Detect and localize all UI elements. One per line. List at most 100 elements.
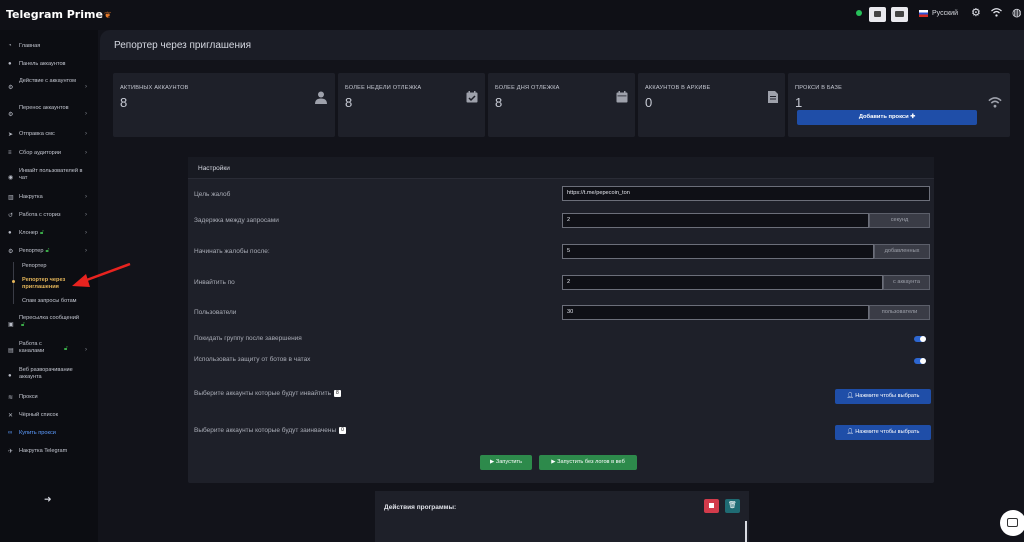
send-icon: ➤ (8, 132, 14, 138)
invite-per-input[interactable]: 2 (562, 275, 883, 290)
sidebar-item-label: Главная (19, 43, 41, 49)
sidebar-subitem-spam-bots[interactable]: Спам запросы ботам (22, 298, 77, 305)
sidebar-item-label: Чёрный список (19, 412, 59, 418)
stat-card-proxy: ПРОКСИ В БАЗЕ 1 Добавить прокси ✚ (788, 73, 1010, 137)
eye-icon: ◉ (8, 175, 14, 181)
wifi-icon: ≋ (8, 395, 14, 401)
chevron-down-icon: › (85, 248, 87, 254)
sidebar-item-label: Пересылка сообщений (19, 315, 79, 321)
start-after-unit: добавленных (874, 244, 930, 259)
log-scrollbar[interactable] (745, 521, 747, 542)
invitees-label: Выберите аккаунты которые будут заинваче… (194, 427, 346, 434)
gear-icon: ⚙ (8, 112, 14, 118)
stat-card-day: БОЛЕЕ ДНЯ ОТЛЕЖКА 8 (488, 73, 635, 137)
invite-per-unit: с аккаунта (883, 275, 930, 290)
start-after-input[interactable]: 5 (562, 244, 874, 259)
settings-panel: Настройки Цель жалоб https://t.me/pepeco… (188, 157, 934, 483)
calendar-check-icon (466, 91, 478, 106)
user-icon: ● (8, 373, 12, 379)
stat-title: БОЛЕЕ ДНЯ ОТЛЕЖКА (495, 85, 560, 91)
stat-title: БОЛЕЕ НЕДЕЛИ ОТЛЕЖКА (345, 85, 422, 91)
page-title: Репортер через приглашения (114, 40, 252, 51)
sidebar-item-label: Веб разворачивание аккаунта (19, 367, 73, 380)
chat-support-button[interactable] (1000, 510, 1024, 536)
page-header: Репортер через приглашения (100, 30, 1024, 60)
file-icon (768, 91, 778, 106)
delay-label: Задержка между запросами (194, 217, 279, 224)
collapse-sidebar-icon[interactable]: ➜ (44, 494, 52, 505)
wifi-icon[interactable] (991, 8, 1002, 20)
select-invitees-label: Нажмите чтобы выбрать (855, 429, 920, 435)
inviters-label-text: Выберите аккаунты которые будут инвайтит… (194, 390, 331, 398)
sidebar-item-label: Перенос аккаунтов (19, 105, 69, 111)
stop-icon (709, 503, 714, 508)
sidebar-subitem-reporter[interactable]: Репортер (22, 263, 46, 270)
select-inviters-button[interactable]: 👤︎ Нажмите чтобы выбрать (835, 389, 931, 404)
invitees-label-text: Выберите аккаунты которые будут заинваче… (194, 427, 337, 435)
select-invitees-button[interactable]: 👤︎ Нажмите чтобы выбрать (835, 425, 931, 440)
stat-value: 1 (795, 95, 803, 110)
app-logo[interactable]: Telegram Prime❦ (6, 8, 111, 21)
run-without-logs-button[interactable]: ▶ Запустить без логов в веб (539, 455, 637, 470)
chevron-right-icon: › (85, 347, 87, 353)
close-icon: ✕ (8, 413, 14, 419)
delay-unit: секунд (869, 213, 930, 228)
add-proxy-button[interactable]: Добавить прокси ✚ (797, 110, 977, 125)
active-bullet (12, 280, 15, 283)
run-without-logs-label: Запустить без логов в веб (557, 459, 625, 465)
language-selector[interactable]: Русский (919, 10, 958, 17)
globe-icon[interactable]: ◍ (1012, 8, 1022, 19)
sidebar-item-label: Сбор аудитории (19, 150, 62, 156)
user-icon: 👤︎ (846, 393, 856, 399)
channel-icon: ▤ (8, 348, 14, 354)
users-input[interactable]: 30 (562, 305, 869, 320)
sidebar-item-label: Действие с аккаунтом (19, 78, 77, 84)
language-label: Русский (932, 10, 958, 17)
stat-card-active: АКТИВНЫХ АККАУНТОВ 8 (113, 73, 335, 137)
lock-icon: 🔓︎ (45, 248, 50, 254)
chevron-right-icon: › (85, 111, 87, 117)
leaf-icon: ❦ (103, 11, 112, 21)
chevron-right-icon: › (85, 150, 87, 156)
sidebar-item-label: Панель аккаунтов (19, 61, 66, 67)
lock-icon: 🔓︎ (64, 346, 68, 352)
chart-icon: ▥ (8, 195, 14, 201)
trash-icon: 🗑︎ (728, 502, 737, 509)
gear-icon: ⚙ (8, 85, 14, 91)
stat-title: АККАУНТОВ В АРХИВЕ (645, 85, 711, 91)
window-button[interactable] (891, 7, 908, 22)
theme-toggle-button[interactable] (869, 7, 886, 22)
run-button[interactable]: ▶ Запустить (480, 455, 532, 470)
sidebar-item-label: Репортер (19, 248, 44, 254)
invite-per-label: Инвайтить по (194, 279, 235, 286)
sidebar-item-label: Купить прокси (19, 430, 56, 436)
forward-icon: ▣ (8, 322, 14, 328)
sidebar-subitem-reporter-invites[interactable]: Репортер через приглашения (22, 277, 84, 291)
bot-protection-toggle[interactable] (914, 358, 926, 364)
stat-title: ПРОКСИ В БАЗЕ (795, 85, 842, 91)
stat-value: 8 (120, 95, 128, 110)
stop-button[interactable] (704, 499, 719, 513)
delay-input[interactable]: 2 (562, 213, 869, 228)
invitees-count: 0 (339, 427, 346, 434)
sidebar-item-label: Работа с сториз (19, 212, 61, 218)
speedometer-icon: ◔ (8, 43, 12, 49)
start-after-label: Начинать жалобы после: (194, 248, 270, 255)
sidebar-item-label: Накрутка Telegram (19, 448, 68, 454)
gear-icon: ⚙ (8, 249, 14, 255)
online-status-dot (856, 10, 862, 16)
target-input[interactable]: https://t.me/pepecoin_ton (562, 186, 930, 201)
chevron-right-icon: › (85, 84, 87, 90)
leave-group-label: Покидать группу после завершения (194, 335, 302, 342)
sidebar-item-label: Работа с каналами (19, 341, 45, 354)
select-inviters-label: Нажмите чтобы выбрать (855, 393, 920, 399)
chevron-right-icon: › (85, 212, 87, 218)
gear-icon[interactable]: ⚙ (971, 8, 981, 19)
sidebar-item-label: Накрутка (19, 194, 43, 200)
users-label: Пользователи (194, 309, 237, 316)
leave-group-toggle[interactable] (914, 336, 926, 342)
submenu-line (13, 262, 14, 304)
link-icon: ∞ (8, 430, 13, 436)
clear-log-button[interactable]: 🗑︎ (725, 499, 740, 513)
calendar-icon (616, 91, 628, 106)
